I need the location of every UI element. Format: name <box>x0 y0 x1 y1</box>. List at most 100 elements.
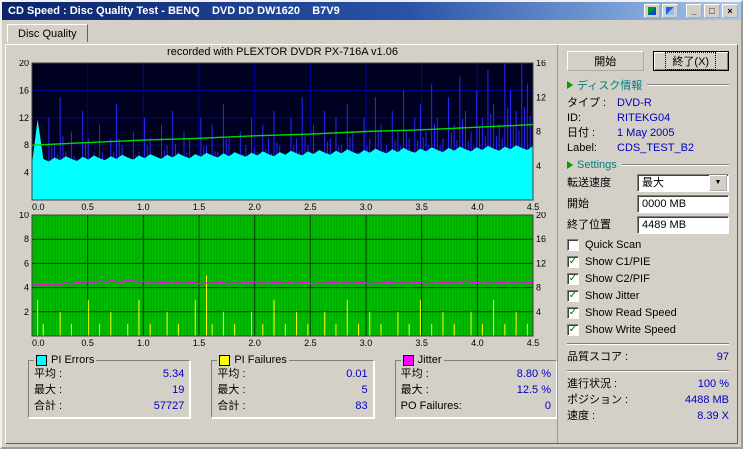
svg-text:0.0: 0.0 <box>32 338 45 348</box>
field-label: ID: <box>567 111 617 126</box>
button-row: 開始 終了(X) <box>567 51 729 71</box>
checkbox-icon[interactable] <box>567 239 579 251</box>
tab-disc-quality[interactable]: Disc Quality <box>7 24 88 42</box>
field-label: 終了位置 <box>567 217 611 233</box>
settings-header: Settings <box>567 159 729 171</box>
progress-value: 100 % <box>698 376 729 392</box>
divider <box>567 370 729 372</box>
position-row: ポジション : 4488 MB <box>567 392 729 408</box>
field-label: 品質スコア : <box>567 349 628 365</box>
row-value: 5 <box>362 382 368 398</box>
save-graph-button[interactable] <box>662 4 678 18</box>
checkbox-show-write-speed[interactable]: ✓Show Write Speed <box>567 322 729 338</box>
row-value: 57727 <box>154 398 185 414</box>
legend-header: PI Failures <box>217 354 289 366</box>
row-label: 合計 : <box>34 398 62 414</box>
pi-failures-legend-box: PI Failures 平均 :0.01 最大 :5 合計 :83 <box>211 354 373 418</box>
jitter-legend-box: Jitter 平均 :8.80 % 最大 :12.5 % PO Failures… <box>395 354 557 418</box>
section-divider <box>647 84 729 86</box>
svg-text:12: 12 <box>19 113 29 123</box>
end-position-input[interactable]: 4489 MB <box>637 216 729 234</box>
svg-text:4.5: 4.5 <box>527 202 540 212</box>
legend-row-total: 合計 : 57727 <box>34 398 184 414</box>
pi-failures-swatch <box>219 355 230 366</box>
speed-row: 速度 : 8.39 X <box>567 408 729 424</box>
checkbox-show-jitter[interactable]: ✓ Show Jitter <box>567 288 729 304</box>
side-panel: 開始 終了(X) ディスク情報 タイプ :DVD-R ID:RITEKG04 日… <box>557 45 737 443</box>
checkbox-icon[interactable]: ✓ <box>567 290 579 302</box>
section-divider <box>622 164 729 166</box>
checkbox-icon[interactable]: ✓ <box>567 324 579 336</box>
checkbox-label: Show C1/PIE <box>585 254 650 270</box>
svg-text:6: 6 <box>24 258 29 268</box>
legend-title: PI Failures <box>234 354 287 366</box>
chevron-down-icon[interactable]: ▼ <box>709 175 727 191</box>
svg-text:4: 4 <box>536 161 541 171</box>
pi-errors-swatch <box>36 355 47 366</box>
checkbox-label: Show Jitter <box>585 288 639 304</box>
svg-text:0.5: 0.5 <box>81 338 94 348</box>
svg-text:4.0: 4.0 <box>471 202 484 212</box>
svg-text:0.5: 0.5 <box>81 202 94 212</box>
row-value: 83 <box>355 398 367 414</box>
svg-text:3.0: 3.0 <box>360 338 373 348</box>
main-content: recorded with PLEXTOR DVDR PX-716A v1.06… <box>5 44 738 444</box>
copy-graph-button[interactable] <box>644 4 660 18</box>
legend-row-max: 最大 :12.5 % <box>401 382 551 398</box>
checkbox-show-c2-pif[interactable]: ✓Show C2/PIF <box>567 271 729 287</box>
legend-title: Jitter <box>418 354 442 366</box>
svg-text:16: 16 <box>536 60 546 68</box>
speed-select[interactable]: 最大 ▼ <box>637 174 729 192</box>
checkbox-icon[interactable]: ✓ <box>567 307 579 319</box>
field-value: CDS_TEST_B2 <box>617 141 694 156</box>
row-value: 5.34 <box>163 366 184 382</box>
field-label: ポジション : <box>567 392 628 408</box>
pi-errors-legend-box: PI Errors 平均 :5.34 最大 :19 合計 :57727 <box>28 354 190 418</box>
svg-text:12: 12 <box>536 258 546 268</box>
legend-header: PI Errors <box>34 354 96 366</box>
svg-text:1.5: 1.5 <box>193 202 206 212</box>
checkbox-icon[interactable]: ✓ <box>567 256 579 268</box>
svg-text:2.5: 2.5 <box>304 202 317 212</box>
field-label: 日付 : <box>567 126 617 141</box>
svg-text:3.0: 3.0 <box>360 202 373 212</box>
exit-button[interactable]: 終了(X) <box>653 51 730 71</box>
checkbox-quick-scan[interactable]: Quick Scan <box>567 237 729 253</box>
start-button[interactable]: 開始 <box>567 51 644 71</box>
speed-value: 8.39 X <box>697 408 729 424</box>
disc-date-row: 日付 :1 May 2005 <box>567 126 729 141</box>
field-label: タイプ : <box>567 96 617 111</box>
position-value: 4488 MB <box>685 392 729 408</box>
field-label: 進行状況 : <box>567 376 617 392</box>
svg-text:2.0: 2.0 <box>248 338 261 348</box>
svg-text:3.5: 3.5 <box>415 338 428 348</box>
svg-text:2: 2 <box>24 307 29 317</box>
legend-row-avg: 平均 :0.01 <box>217 366 367 382</box>
row-value: 8.80 % <box>517 366 551 382</box>
checkbox-show-c1-pie[interactable]: ✓ Show C1/PIE <box>567 254 729 270</box>
titlebar[interactable]: CD Speed : Disc Quality Test - BENQ DVD … <box>2 2 741 20</box>
checkbox-icon[interactable]: ✓ <box>567 273 579 285</box>
end-position-row: 終了位置 4489 MB <box>567 216 729 234</box>
field-label: 速度 : <box>567 408 595 424</box>
maximize-button[interactable]: □ <box>704 4 720 18</box>
row-value: 12.5 % <box>517 382 551 398</box>
checkbox-show-read-speed[interactable]: ✓Show Read Speed <box>567 305 729 321</box>
svg-text:4: 4 <box>536 307 541 317</box>
svg-text:8: 8 <box>536 127 541 137</box>
row-label: 合計 : <box>217 398 245 414</box>
field-label: 転送速度 <box>567 175 611 191</box>
legend-row-po-failures: PO Failures:0 <box>401 398 551 414</box>
svg-text:8: 8 <box>536 283 541 293</box>
legend-header: Jitter <box>401 354 444 366</box>
legend-title: PI Errors <box>51 354 94 366</box>
close-button[interactable]: × <box>722 4 738 18</box>
app-window: CD Speed : Disc Quality Test - BENQ DVD … <box>0 0 743 449</box>
minimize-button[interactable]: _ <box>686 4 702 18</box>
legend-row-avg: 平均 :8.80 % <box>401 366 551 382</box>
start-position-input[interactable]: 0000 MB <box>637 195 729 213</box>
row-value: 0.01 <box>346 366 367 382</box>
disc-label-row: Label:CDS_TEST_B2 <box>567 141 729 156</box>
minimize-icon: _ <box>691 6 696 16</box>
svg-text:1.5: 1.5 <box>193 338 206 348</box>
